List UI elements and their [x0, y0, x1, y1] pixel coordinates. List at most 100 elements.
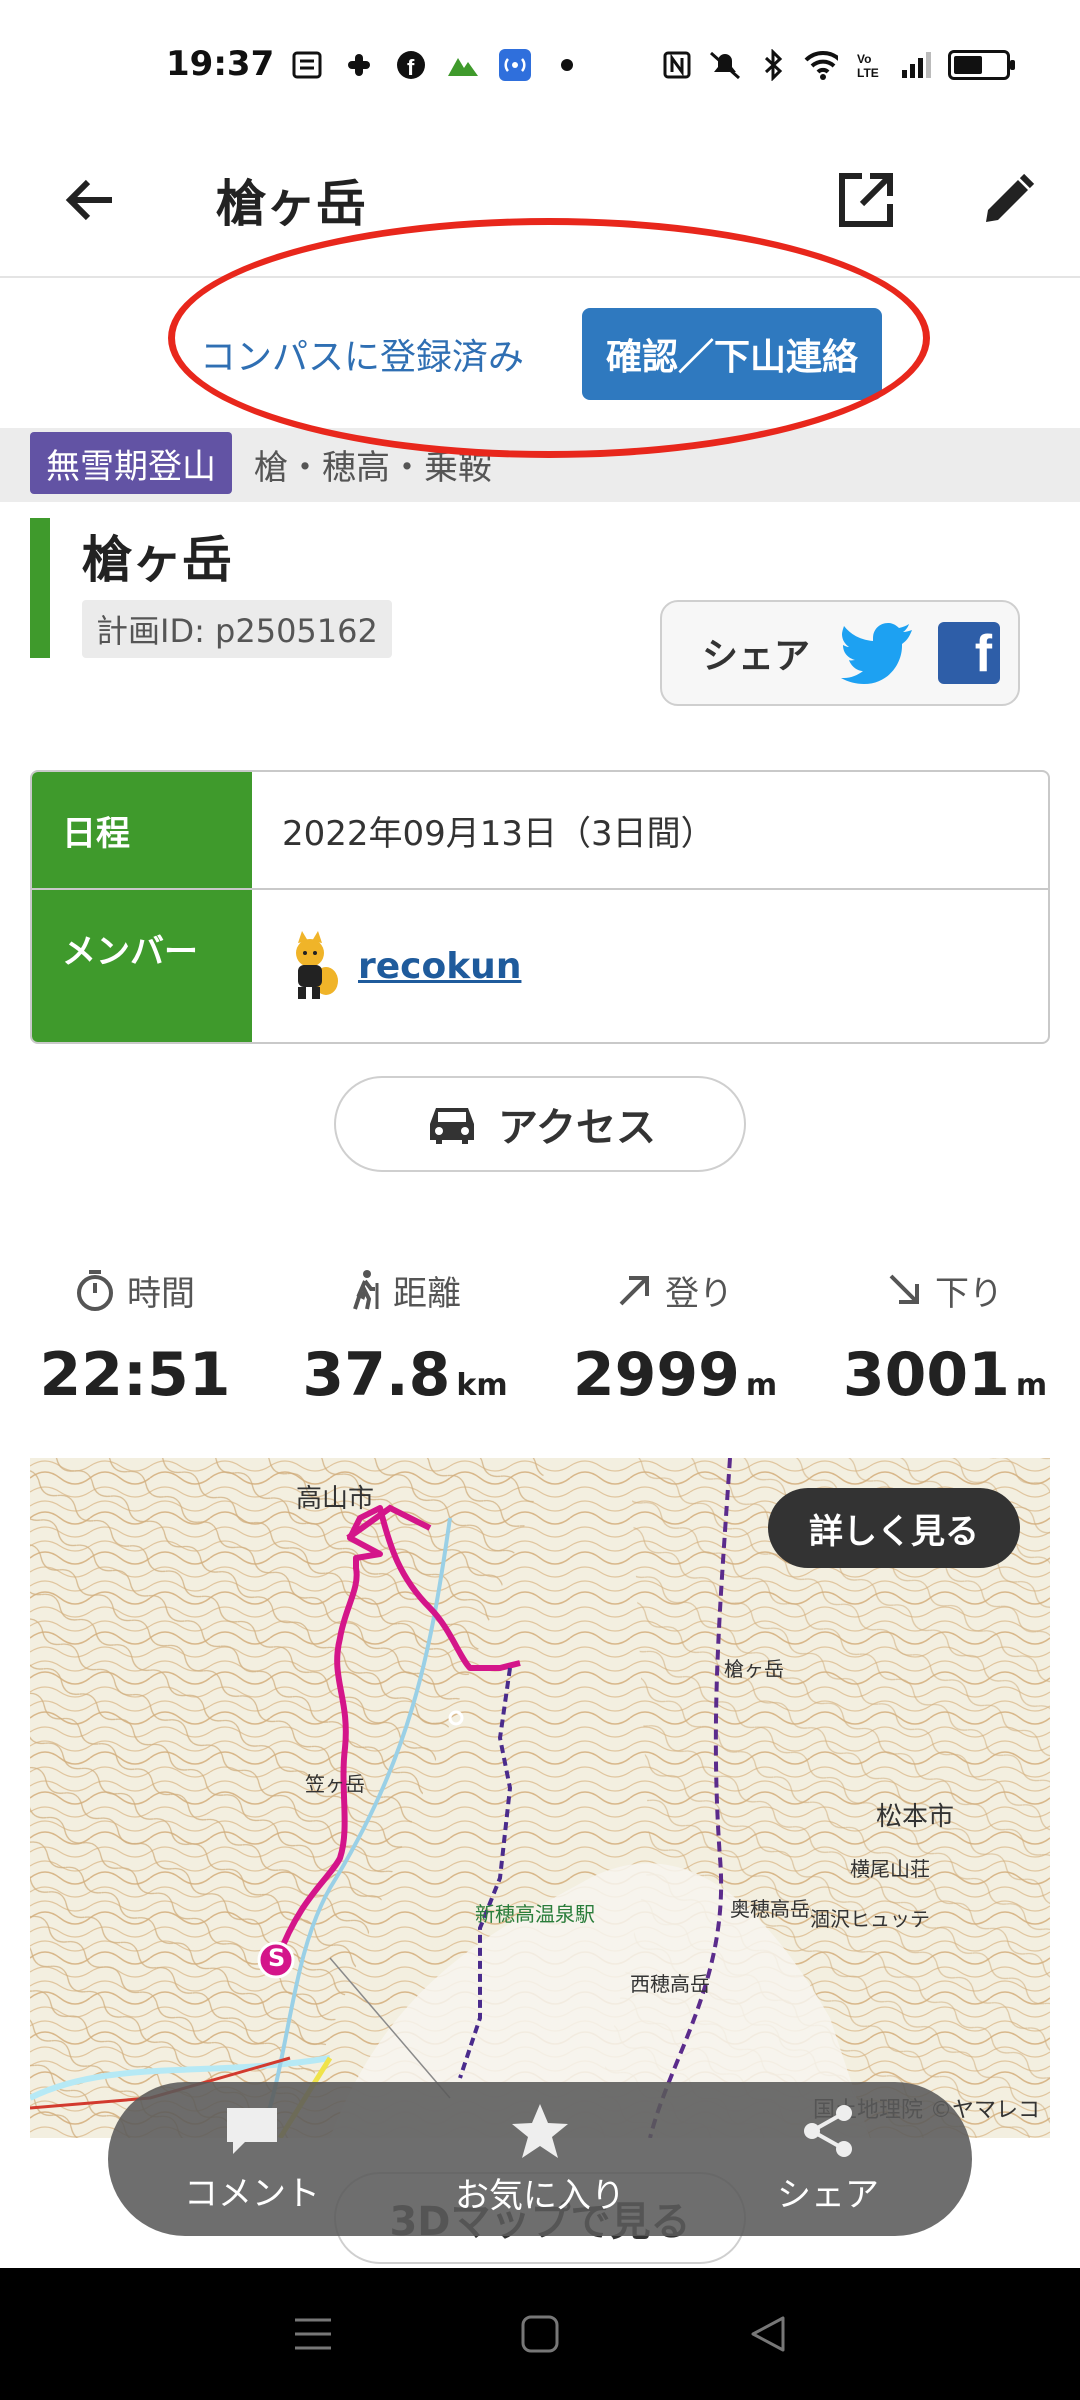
page-title: 槍ヶ岳: [216, 175, 366, 233]
bluetooth-icon: [756, 48, 790, 82]
map-label: 高山市: [296, 1484, 375, 1514]
start-marker-label: S: [268, 1944, 286, 1972]
share-box: シェア f: [660, 600, 1020, 706]
stat-value: 3001: [842, 1340, 1010, 1410]
facebook-icon: f: [394, 48, 428, 82]
map-label: 西穂高岳: [630, 1972, 710, 1996]
arrow-left-icon: [65, 179, 112, 221]
edit-button[interactable]: [968, 160, 1048, 240]
stat-distance: 距離 37.8 km: [270, 1262, 540, 1410]
slack-icon: [342, 48, 376, 82]
stat-label: 時間: [127, 1273, 195, 1314]
route-map[interactable]: 高山市 槍ヶ岳 松本市 新穂高温泉駅 笠ヶ岳 西穂高岳 奥穂高岳 涸沢ヒュッテ …: [30, 1458, 1050, 2138]
app-bar: 槍ヶ岳: [0, 130, 1080, 278]
comment-icon: [227, 2107, 277, 2154]
category-badge[interactable]: 無雪期登山: [30, 432, 232, 494]
share-button[interactable]: シェア: [718, 2103, 938, 2216]
facebook-share-icon[interactable]: f: [938, 622, 1001, 684]
share-label: シェア: [777, 2174, 879, 2215]
nearby-share-icon: [498, 48, 532, 82]
comment-label: コメント: [184, 2173, 320, 2214]
member-cell: recokun: [252, 890, 1048, 1042]
access-button[interactable]: アクセス: [334, 1076, 746, 1172]
area-label[interactable]: 槍・穂高・乗鞍: [254, 440, 492, 489]
news-icon: [290, 48, 324, 82]
stat-value: 22:51: [39, 1340, 231, 1410]
svg-text:f: f: [407, 55, 415, 80]
recent-apps-button[interactable]: [283, 2304, 343, 2364]
map-label: 笠ヶ岳: [305, 1772, 365, 1796]
car-icon: [430, 1108, 474, 1144]
dot-icon: [550, 48, 584, 82]
stat-label: 下り: [935, 1273, 1003, 1314]
arrow-down-right-icon: [889, 1274, 919, 1304]
stat-value: 37.8: [302, 1340, 451, 1410]
twitter-icon[interactable]: [840, 622, 914, 684]
notification-icons: f: [290, 48, 584, 82]
stat-unit: m: [745, 1368, 778, 1403]
back-button[interactable]: [50, 160, 130, 240]
access-label: アクセス: [498, 1105, 656, 1151]
timer-icon: [77, 1270, 113, 1311]
home-button[interactable]: [510, 2304, 570, 2364]
comment-button[interactable]: コメント: [142, 2104, 362, 2215]
svg-text:Vo: Vo: [857, 52, 871, 66]
home-square-icon: [521, 2315, 559, 2353]
star-icon: [512, 2103, 568, 2158]
floating-action-bar: コメント お気に入り シェア: [108, 2082, 972, 2236]
compass-row: コンパスに登録済み 確認／下山連絡: [0, 280, 1080, 428]
signal-icon: [900, 48, 934, 82]
share-label: シェア: [702, 636, 811, 677]
system-nav-bar: [0, 2268, 1080, 2400]
map-detail-button[interactable]: 詳しく見る: [768, 1488, 1020, 1568]
category-bar: 無雪期登山 槍・穂高・乗鞍: [0, 428, 1080, 502]
table-row: メンバー recokun: [32, 888, 1048, 1042]
map-label: 奥穂高岳: [730, 1897, 810, 1921]
volte-icon: Vo LTE: [852, 48, 886, 82]
wifi-icon: [804, 48, 838, 82]
hiker-icon: [353, 1270, 379, 1310]
stat-descent: 下り 3001 m: [810, 1262, 1080, 1411]
system-icons: Vo LTE: [660, 48, 1015, 82]
plan-id: 計画ID: p2505162: [82, 600, 392, 658]
open-in-new-icon: [839, 173, 893, 227]
status-bar: 19:37 f Vo LTE: [0, 0, 1080, 130]
stat-ascent: 登り 2999 m: [540, 1262, 810, 1411]
arrow-up-right-icon: [619, 1276, 649, 1306]
compass-registered-text: コンパスに登録済み: [200, 337, 525, 378]
pencil-icon: [986, 173, 1035, 222]
title-accent-bar: [30, 518, 50, 658]
favorite-button[interactable]: お気に入り: [430, 2102, 650, 2217]
favorite-label: お気に入り: [455, 2175, 625, 2216]
open-external-button[interactable]: [826, 160, 906, 240]
stat-label: 登り: [665, 1273, 733, 1314]
map-label: 涸沢ヒュッテ: [810, 1907, 930, 1931]
yamareco-icon: [446, 48, 480, 82]
schedule-header: 日程: [32, 772, 252, 888]
nfc-icon: [660, 48, 694, 82]
avatar[interactable]: [282, 931, 342, 1001]
mute-icon: [708, 48, 742, 82]
stat-unit: km: [456, 1368, 508, 1403]
stat-unit: m: [1015, 1368, 1048, 1403]
map-label: 松本市: [876, 1802, 955, 1832]
info-table: 日程 2022年09月13日（3日間） メンバー recokun: [30, 770, 1050, 1044]
battery-icon: [948, 50, 1015, 80]
map-label: 槍ヶ岳: [724, 1657, 784, 1681]
svg-text:LTE: LTE: [857, 66, 879, 80]
stat-time: 時間 22:51: [0, 1262, 270, 1410]
menu-icon: [295, 2318, 332, 2350]
status-time: 19:37: [166, 44, 275, 84]
plan-title: 槍ヶ岳: [82, 531, 232, 589]
confirm-descent-button[interactable]: 確認／下山連絡: [582, 308, 882, 400]
member-name-link[interactable]: recokun: [358, 946, 521, 987]
table-row: 日程 2022年09月13日（3日間）: [32, 772, 1048, 888]
back-nav-button[interactable]: [737, 2304, 797, 2364]
schedule-value: 2022年09月13日（3日間）: [282, 813, 715, 854]
map-label: 横尾山荘: [850, 1857, 930, 1881]
share-icon: [804, 2104, 852, 2157]
map-label: 新穂高温泉駅: [475, 1902, 595, 1926]
back-triangle-icon: [751, 2316, 785, 2352]
member-header: メンバー: [32, 890, 252, 1042]
stats-row: 時間 22:51 距離 37.8 km 登り 2999 m 下り 3001 m: [0, 1262, 1080, 1410]
